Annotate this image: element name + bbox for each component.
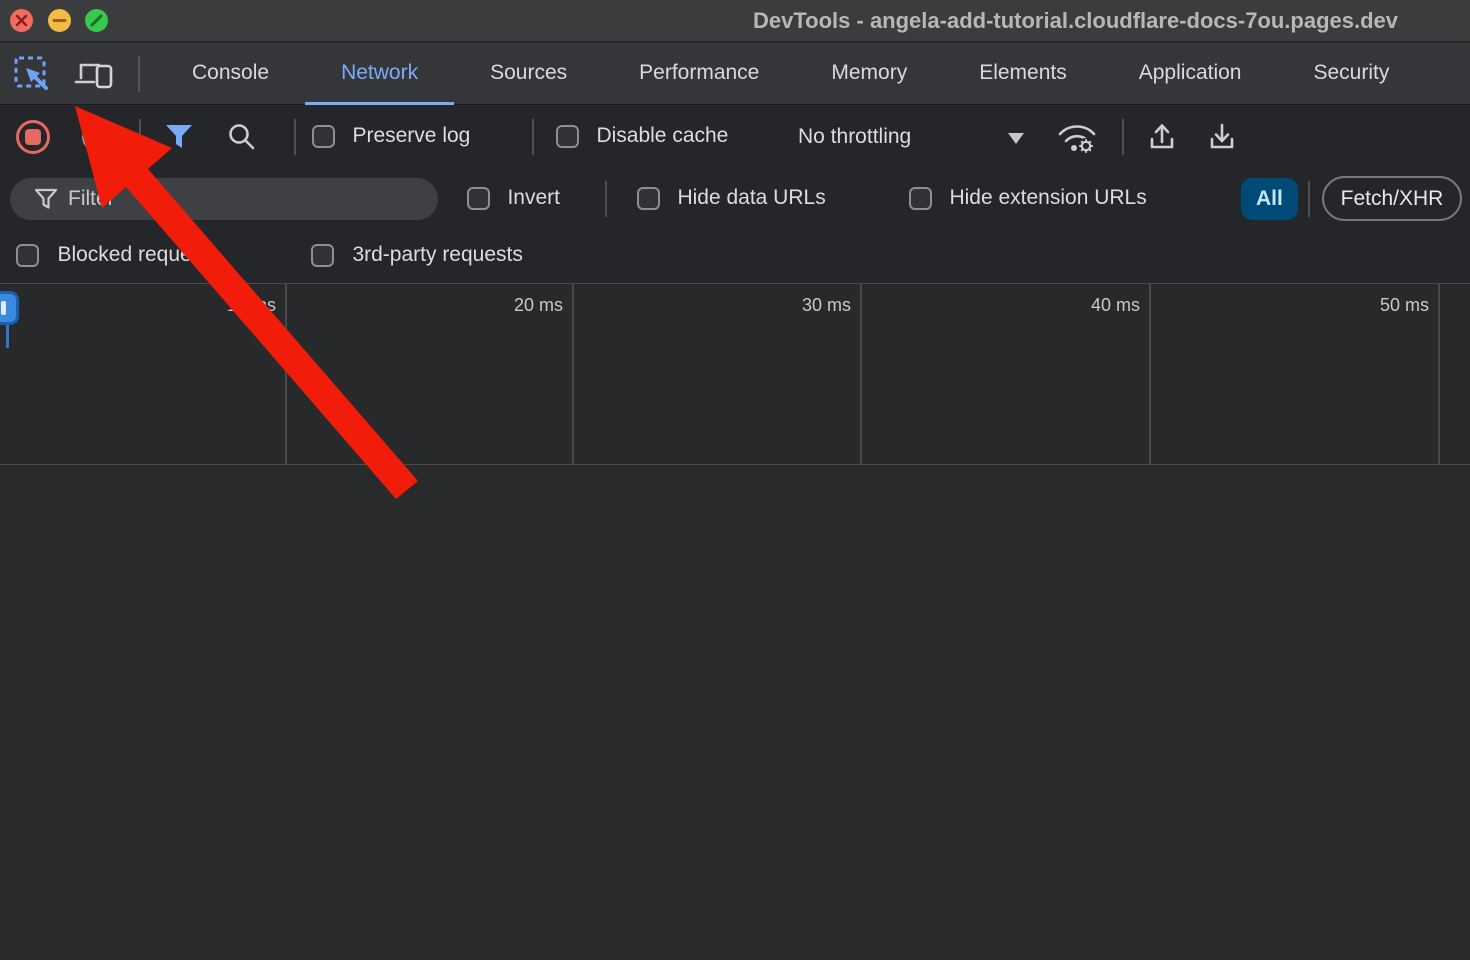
toolbar-divider — [532, 119, 534, 155]
devtools-window: DevTools - angela-add-tutorial.cloudflar… — [0, 0, 1470, 960]
chevron-down-icon[interactable] — [1008, 133, 1024, 144]
checkbox-box — [556, 125, 579, 148]
tab-sources[interactable]: Sources — [454, 43, 603, 105]
blocked-requests-label: Blocked requests — [57, 243, 218, 266]
request-filters-row: Blocked requests 3rd-party requests — [0, 230, 1470, 283]
toggle-device-toolbar-icon[interactable] — [74, 57, 114, 91]
toolbar-divider — [294, 119, 296, 155]
close-window-icon[interactable] — [10, 9, 33, 32]
disable-cache-checkbox[interactable]: Disable cache — [556, 124, 728, 148]
invert-checkbox[interactable]: Invert — [467, 186, 560, 210]
checkbox-box — [909, 187, 932, 210]
titlebar: DevTools - angela-add-tutorial.cloudflar… — [0, 0, 1470, 42]
hide-extension-urls-checkbox[interactable]: Hide extension URLs — [909, 186, 1147, 210]
requests-empty-state: Recording network activity… Perform a re… — [0, 465, 1470, 960]
request-type-all-button[interactable]: All — [1241, 178, 1298, 220]
timeline-origin-marker — [0, 291, 19, 325]
timeline-origin-marker-tail — [6, 325, 9, 348]
clear-requests-icon[interactable] — [80, 120, 114, 154]
stop-icon — [25, 129, 41, 145]
throttling-select[interactable]: No throttling — [798, 106, 911, 168]
minimize-window-icon[interactable] — [48, 9, 71, 32]
checkbox-box — [16, 244, 39, 267]
tab-application[interactable]: Application — [1103, 43, 1278, 105]
panel-tabs: Console Network Sources Performance Memo… — [156, 43, 1425, 105]
hide-data-urls-checkbox[interactable]: Hide data URLs — [637, 186, 826, 210]
timeline-origin-marker-glyph — [1, 301, 6, 315]
checkbox-box — [467, 187, 490, 210]
timeline-tick: 20 ms — [287, 284, 574, 464]
checkbox-box — [637, 187, 660, 210]
toolbar-divider — [605, 181, 607, 217]
record-stop-button[interactable] — [16, 120, 50, 154]
preserve-log-checkbox[interactable]: Preserve log — [312, 124, 470, 148]
timeline-tick: 50 ms — [1151, 284, 1440, 464]
toolbar-divider — [138, 56, 140, 92]
tab-performance[interactable]: Performance — [603, 43, 795, 105]
export-har-icon[interactable] — [1206, 121, 1238, 153]
invert-label: Invert — [507, 186, 560, 209]
network-conditions-icon[interactable] — [1055, 121, 1099, 155]
waterfall-timeline-header: 10 ms 20 ms 30 ms 40 ms 50 ms — [0, 283, 1470, 465]
filter-input-wrap — [10, 178, 438, 220]
tab-memory[interactable]: Memory — [795, 43, 943, 105]
search-icon[interactable] — [226, 121, 258, 153]
inspect-element-button[interactable] — [14, 56, 50, 92]
filter-input[interactable] — [68, 178, 418, 220]
third-party-requests-label: 3rd-party requests — [352, 243, 522, 266]
network-filter-bar: Invert Hide data URLs Hide extension URL… — [0, 168, 1470, 230]
filter-toggle-icon[interactable] — [164, 123, 194, 151]
import-har-icon[interactable] — [1146, 121, 1178, 153]
timeline-tick: 10 ms — [0, 284, 287, 464]
request-type-fetch-xhr-button[interactable]: Fetch/XHR — [1322, 176, 1462, 221]
zoom-window-icon[interactable] — [85, 9, 108, 32]
checkbox-box — [312, 125, 335, 148]
timeline-tick: 40 ms — [862, 284, 1151, 464]
toolbar-divider — [1308, 181, 1310, 217]
network-toolbar: Preserve log Disable cache No throttling — [0, 106, 1470, 168]
hide-extension-urls-label: Hide extension URLs — [949, 186, 1146, 209]
preserve-log-label: Preserve log — [352, 124, 470, 147]
tab-security[interactable]: Security — [1277, 43, 1425, 105]
checkbox-box — [311, 244, 334, 267]
funnel-icon — [34, 188, 58, 210]
tab-elements[interactable]: Elements — [943, 43, 1103, 105]
third-party-requests-checkbox[interactable]: 3rd-party requests — [311, 243, 523, 267]
disable-cache-label: Disable cache — [596, 124, 728, 147]
toolbar-divider — [1122, 119, 1124, 155]
devtools-tabbar: Console Network Sources Performance Memo… — [0, 43, 1470, 105]
toolbar-divider — [139, 119, 141, 155]
tab-network[interactable]: Network — [305, 43, 454, 105]
blocked-requests-checkbox[interactable]: Blocked requests — [16, 243, 219, 267]
tab-console[interactable]: Console — [156, 43, 305, 105]
window-title: DevTools - angela-add-tutorial.cloudflar… — [753, 0, 1398, 42]
timeline-tick: 30 ms — [574, 284, 862, 464]
hide-data-urls-label: Hide data URLs — [677, 186, 825, 209]
